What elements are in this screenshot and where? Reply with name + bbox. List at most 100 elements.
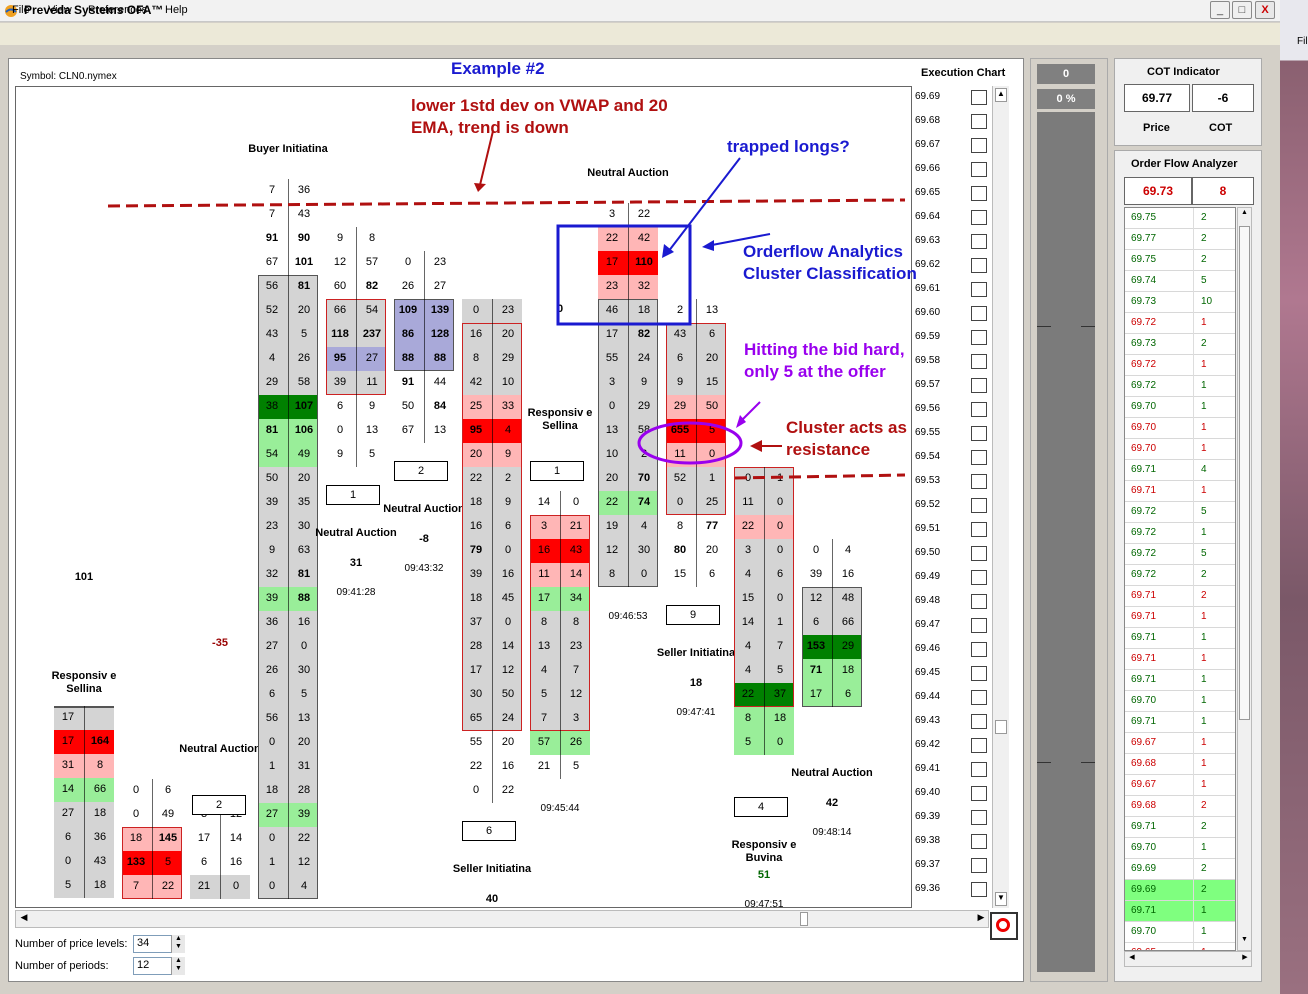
execution-checkbox[interactable] bbox=[971, 306, 987, 321]
scroll-right-arrow-icon[interactable]: ▶ bbox=[974, 912, 988, 926]
execution-checkbox[interactable] bbox=[971, 234, 987, 249]
ofa-row[interactable]: 69.70 1 bbox=[1125, 418, 1235, 439]
execution-checkbox[interactable] bbox=[971, 522, 987, 537]
ofa-row[interactable]: 69.71 1 bbox=[1125, 712, 1235, 733]
chart-vertical-scrollbar[interactable]: ▲ ▼ bbox=[992, 86, 1009, 908]
ofa-row[interactable]: 69.68 2 bbox=[1125, 796, 1235, 817]
ofa-row[interactable]: 69.71 1 bbox=[1125, 481, 1235, 502]
ofa-row[interactable]: 69.68 1 bbox=[1125, 754, 1235, 775]
footprint-chart[interactable]: 17 17 164 31 8 14 66 27 18 6 36 0 43 5 18 101 Responsiv … bbox=[15, 86, 912, 908]
column-net-value: 51 bbox=[757, 869, 771, 881]
ofa-row[interactable]: 69.67 1 bbox=[1125, 733, 1235, 754]
ofa-row[interactable]: 69.75 2 bbox=[1125, 208, 1235, 229]
ofa-row[interactable]: 69.72 2 bbox=[1125, 565, 1235, 586]
execution-checkbox[interactable] bbox=[971, 834, 987, 849]
menu-view[interactable]: View bbox=[48, 4, 72, 16]
scroll-down-arrow-icon[interactable]: ▼ bbox=[995, 892, 1007, 906]
execution-checkbox[interactable] bbox=[971, 594, 987, 609]
ofa-row[interactable]: 69.70 1 bbox=[1125, 691, 1235, 712]
ofa-horizontal-scrollbar[interactable]: ◀ ▶ bbox=[1124, 951, 1252, 967]
execution-checkbox[interactable] bbox=[971, 258, 987, 273]
execution-checkbox[interactable] bbox=[971, 786, 987, 801]
scroll-up-arrow-icon[interactable]: ▲ bbox=[995, 88, 1007, 102]
ofa-scroll-left-icon[interactable]: ◀ bbox=[1126, 953, 1138, 965]
ofa-row[interactable]: 69.72 1 bbox=[1125, 523, 1235, 544]
menu-file[interactable]: File bbox=[12, 4, 30, 16]
ofa-row[interactable]: 69.71 1 bbox=[1125, 901, 1235, 922]
ofa-row[interactable]: 69.69 2 bbox=[1125, 880, 1235, 901]
execution-checkbox[interactable] bbox=[971, 450, 987, 465]
execution-checkbox[interactable] bbox=[971, 354, 987, 369]
ofa-row[interactable]: 69.67 1 bbox=[1125, 775, 1235, 796]
execution-checkbox[interactable] bbox=[971, 570, 987, 585]
execution-checkbox[interactable] bbox=[971, 402, 987, 417]
ofa-vertical-scrollbar[interactable]: ▲ ▼ bbox=[1237, 207, 1252, 951]
ofa-row[interactable]: 69.71 4 bbox=[1125, 460, 1235, 481]
execution-checkbox[interactable] bbox=[971, 378, 987, 393]
ofa-row[interactable]: 69.72 1 bbox=[1125, 355, 1235, 376]
ofa-row[interactable]: 69.69 2 bbox=[1125, 859, 1235, 880]
ofa-row[interactable]: 69.72 1 bbox=[1125, 313, 1235, 334]
minimize-button[interactable]: _ bbox=[1210, 1, 1230, 19]
ofa-row[interactable]: 69.71 1 bbox=[1125, 607, 1235, 628]
execution-checkbox[interactable] bbox=[971, 210, 987, 225]
ofa-row[interactable]: 69.71 1 bbox=[1125, 670, 1235, 691]
execution-checkbox[interactable] bbox=[971, 330, 987, 345]
close-button[interactable]: X bbox=[1255, 1, 1275, 19]
execution-checkbox[interactable] bbox=[971, 714, 987, 729]
ofa-row[interactable]: 69.71 1 bbox=[1125, 628, 1235, 649]
menu-help[interactable]: Help bbox=[165, 4, 188, 16]
ofa-row[interactable]: 69.71 2 bbox=[1125, 586, 1235, 607]
ofa-row[interactable]: 69.70 1 bbox=[1125, 838, 1235, 859]
ofa-row[interactable]: 69.77 2 bbox=[1125, 229, 1235, 250]
ofa-row[interactable]: 69.70 1 bbox=[1125, 922, 1235, 943]
ofa-scroll-thumb[interactable] bbox=[1239, 226, 1250, 720]
chart-horizontal-scrollbar[interactable]: ◀ ▶ bbox=[15, 910, 989, 928]
hscroll-thumb[interactable] bbox=[800, 912, 808, 926]
scroll-thumb[interactable] bbox=[995, 720, 1007, 734]
ofa-scroll-up-icon[interactable]: ▲ bbox=[1239, 209, 1250, 221]
ofa-scroll-down-icon[interactable]: ▼ bbox=[1239, 936, 1250, 948]
bid-volume: 0 bbox=[812, 544, 820, 556]
ofa-row[interactable]: 69.71 1 bbox=[1125, 649, 1235, 670]
execution-checkbox[interactable] bbox=[971, 810, 987, 825]
ofa-row[interactable]: 69.73 2 bbox=[1125, 334, 1235, 355]
scroll-left-arrow-icon[interactable]: ◀ bbox=[17, 912, 31, 926]
ofa-trade-list[interactable]: 69.75 2 69.77 2 69.75 2 69.74 5 69.73 10 69.72 1 69.… bbox=[1124, 207, 1236, 951]
execution-checkbox[interactable] bbox=[971, 282, 987, 297]
ofa-row[interactable]: 69.75 2 bbox=[1125, 250, 1235, 271]
ofa-row[interactable]: 69.70 1 bbox=[1125, 397, 1235, 418]
menu-preferences[interactable]: Preferences bbox=[88, 4, 147, 16]
ofa-row[interactable]: 69.71 2 bbox=[1125, 817, 1235, 838]
execution-checkbox[interactable] bbox=[971, 618, 987, 633]
ofa-row[interactable]: 69.651 bbox=[1125, 943, 1235, 950]
execution-checkbox[interactable] bbox=[971, 90, 987, 105]
execution-checkbox[interactable] bbox=[971, 858, 987, 873]
bid-volume: 9 bbox=[336, 232, 344, 244]
execution-checkbox[interactable] bbox=[971, 546, 987, 561]
execution-checkbox[interactable] bbox=[971, 498, 987, 513]
ofa-row[interactable]: 69.72 1 bbox=[1125, 376, 1235, 397]
execution-checkbox[interactable] bbox=[971, 114, 987, 129]
execution-checkbox[interactable] bbox=[971, 762, 987, 777]
ofa-row[interactable]: 69.70 1 bbox=[1125, 439, 1235, 460]
execution-checkbox[interactable] bbox=[971, 690, 987, 705]
execution-checkbox[interactable] bbox=[971, 474, 987, 489]
execution-checkbox[interactable] bbox=[971, 162, 987, 177]
ofa-row[interactable]: 69.74 5 bbox=[1125, 271, 1235, 292]
execution-checkbox[interactable] bbox=[971, 186, 987, 201]
execution-checkbox[interactable] bbox=[971, 666, 987, 681]
ofa-row[interactable]: 69.72 5 bbox=[1125, 502, 1235, 523]
execution-checkbox[interactable] bbox=[971, 642, 987, 657]
execution-checkbox[interactable] bbox=[971, 138, 987, 153]
execution-checkbox[interactable] bbox=[971, 882, 987, 897]
execution-checkbox[interactable] bbox=[971, 738, 987, 753]
maximize-button[interactable]: □ bbox=[1232, 1, 1252, 19]
ofa-row[interactable]: 69.72 5 bbox=[1125, 544, 1235, 565]
ofa-scroll-right-icon[interactable]: ▶ bbox=[1239, 953, 1251, 965]
execution-checkbox[interactable] bbox=[971, 426, 987, 441]
ofa-row[interactable]: 69.73 10 bbox=[1125, 292, 1235, 313]
price-levels-spinner-icon[interactable]: ▲ ▼ bbox=[171, 935, 185, 953]
ask-volume: 25 bbox=[705, 496, 719, 508]
periods-spinner-icon[interactable]: ▲ ▼ bbox=[171, 957, 185, 975]
